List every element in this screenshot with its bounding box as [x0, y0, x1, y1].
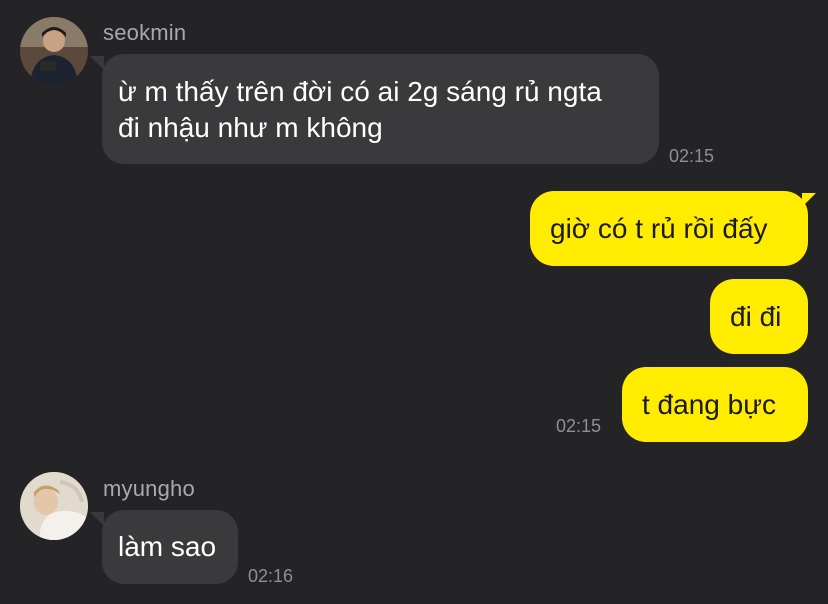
bubble-tail — [90, 56, 104, 70]
sender-name: seokmin — [103, 20, 187, 45]
message-bubble-incoming[interactable]: ừ m thấy trên đời có ai 2g sáng rủ ngta … — [102, 54, 659, 164]
message-bubble-outgoing[interactable]: đi đi — [710, 279, 808, 354]
message-bubble-incoming[interactable]: làm sao — [102, 510, 238, 584]
message-timestamp: 02:16 — [248, 566, 294, 586]
person-photo-avatar-icon — [20, 17, 88, 85]
message-timestamp: 02:15 — [556, 416, 602, 436]
message-timestamp: 02:15 — [669, 146, 715, 166]
person-photo-avatar-icon — [20, 472, 88, 540]
myungho-avatar[interactable] — [20, 472, 88, 540]
message-bubble-outgoing[interactable]: giờ có t rủ rồi đấy — [530, 191, 808, 266]
bubble-tail — [90, 512, 104, 526]
bubble-tail — [802, 193, 816, 207]
seokmin-avatar[interactable] — [20, 17, 88, 85]
message-bubble-outgoing[interactable]: t đang bực — [622, 367, 808, 442]
sender-name: myungho — [103, 476, 195, 501]
